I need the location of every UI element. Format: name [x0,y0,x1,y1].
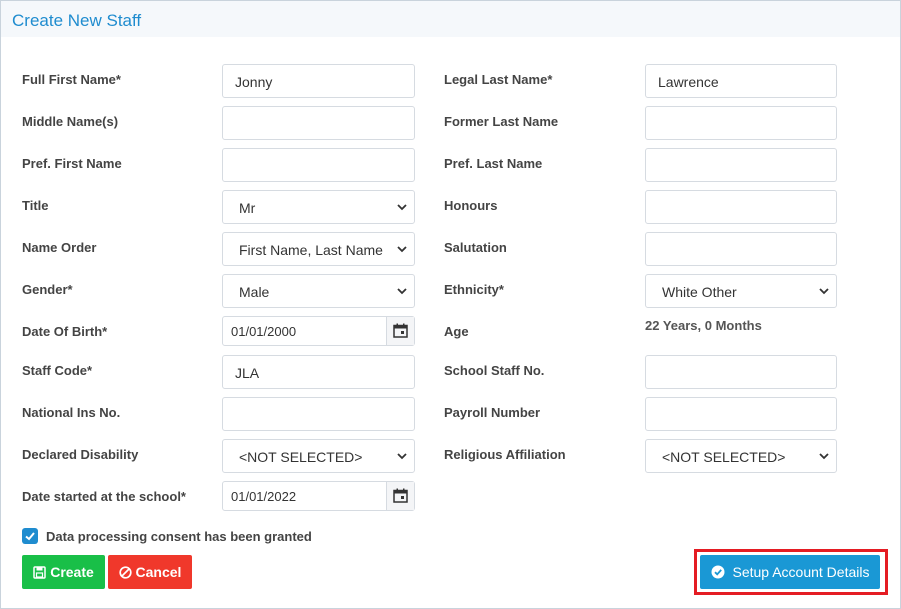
gender-select[interactable]: Male [222,274,415,308]
create-button[interactable]: Create [22,555,105,589]
chevron-down-icon [397,288,407,295]
title-select[interactable]: Mr [222,190,415,224]
chevron-down-icon [397,453,407,460]
age-label: Age [444,324,469,339]
chevron-down-icon [397,246,407,253]
religious-affiliation-label: Religious Affiliation [444,447,566,462]
gender-select-value: Male [239,284,270,300]
dob-value: 01/01/2000 [231,324,297,339]
staff-code-label: Staff Code* [22,363,93,378]
ethnicity-select-value: White Other [662,284,737,300]
title-label: Title [22,198,49,213]
salutation-label: Salutation [444,240,507,255]
calendar-icon [393,323,408,338]
pref-last-name-label: Pref. Last Name [444,156,543,171]
legal-last-name-input[interactable]: Lawrence [645,64,837,98]
religious-affiliation-select[interactable]: <NOT SELECTED> [645,439,837,473]
pref-first-name-label: Pref. First Name [22,156,122,171]
calendar-icon [393,488,408,503]
chevron-down-icon [819,288,829,295]
check-circle-icon [711,565,724,579]
date-started-input[interactable]: 01/01/2022 [222,481,415,511]
ethnicity-select[interactable]: White Other [645,274,837,308]
setup-button-label: Setup Account Details [732,564,870,580]
payroll-number-input[interactable] [645,397,837,431]
gender-label: Gender* [22,282,73,297]
chevron-down-icon [819,453,829,460]
school-staff-no-label: School Staff No. [444,363,545,378]
cancel-button-label: Cancel [135,564,182,580]
salutation-input[interactable] [645,232,837,266]
staff-code-input[interactable]: JLA [222,355,415,389]
name-order-label: Name Order [22,240,97,255]
page-title: Create New Staff [12,11,142,30]
title-select-value: Mr [239,200,256,216]
former-last-name-input[interactable] [645,106,837,140]
legal-last-name-label: Legal Last Name* [444,72,553,87]
middle-name-label: Middle Name(s) [22,114,119,129]
payroll-number-label: Payroll Number [444,405,541,420]
cancel-circle-icon [118,565,132,579]
save-icon [33,565,46,579]
ni-number-label: National Ins No. [22,405,121,420]
name-order-select-value: First Name, Last Name [239,242,383,258]
date-started-calendar-button[interactable] [386,482,414,510]
chevron-down-icon [397,204,407,211]
dob-label: Date Of Birth* [22,324,108,339]
ethnicity-label: Ethnicity* [444,282,504,297]
disability-select[interactable]: <NOT SELECTED> [222,439,415,473]
ni-number-input[interactable] [222,397,415,431]
dob-date-input[interactable]: 01/01/2000 [222,316,415,346]
former-last-name-label: Former Last Name [444,114,559,129]
consent-label: Data processing consent has been granted [46,529,312,544]
honours-label: Honours [444,198,498,213]
create-staff-panel: Create New Staff Full First Name* Jonny … [0,0,901,609]
name-order-select[interactable]: First Name, Last Name [222,232,415,266]
disability-label: Declared Disability [22,447,139,462]
consent-checkbox[interactable] [22,528,38,544]
date-started-value: 01/01/2022 [231,489,297,504]
date-started-label: Date started at the school* [22,489,186,504]
setup-account-details-button[interactable]: Setup Account Details [700,555,880,589]
age-value: 22 Years, 0 Months [645,318,762,333]
checkmark-icon [25,532,35,541]
dob-calendar-button[interactable] [386,317,414,345]
cancel-button[interactable]: Cancel [108,555,192,589]
honours-input[interactable] [645,190,837,224]
panel-header: Create New Staff [1,1,900,37]
first-name-label: Full First Name* [22,72,121,87]
religious-affiliation-select-value: <NOT SELECTED> [662,449,786,465]
school-staff-no-input[interactable] [645,355,837,389]
middle-name-input[interactable] [222,106,415,140]
pref-first-name-input[interactable] [222,148,415,182]
create-button-label: Create [50,564,94,580]
first-name-input[interactable]: Jonny [222,64,415,98]
disability-select-value: <NOT SELECTED> [239,449,363,465]
pref-last-name-input[interactable] [645,148,837,182]
